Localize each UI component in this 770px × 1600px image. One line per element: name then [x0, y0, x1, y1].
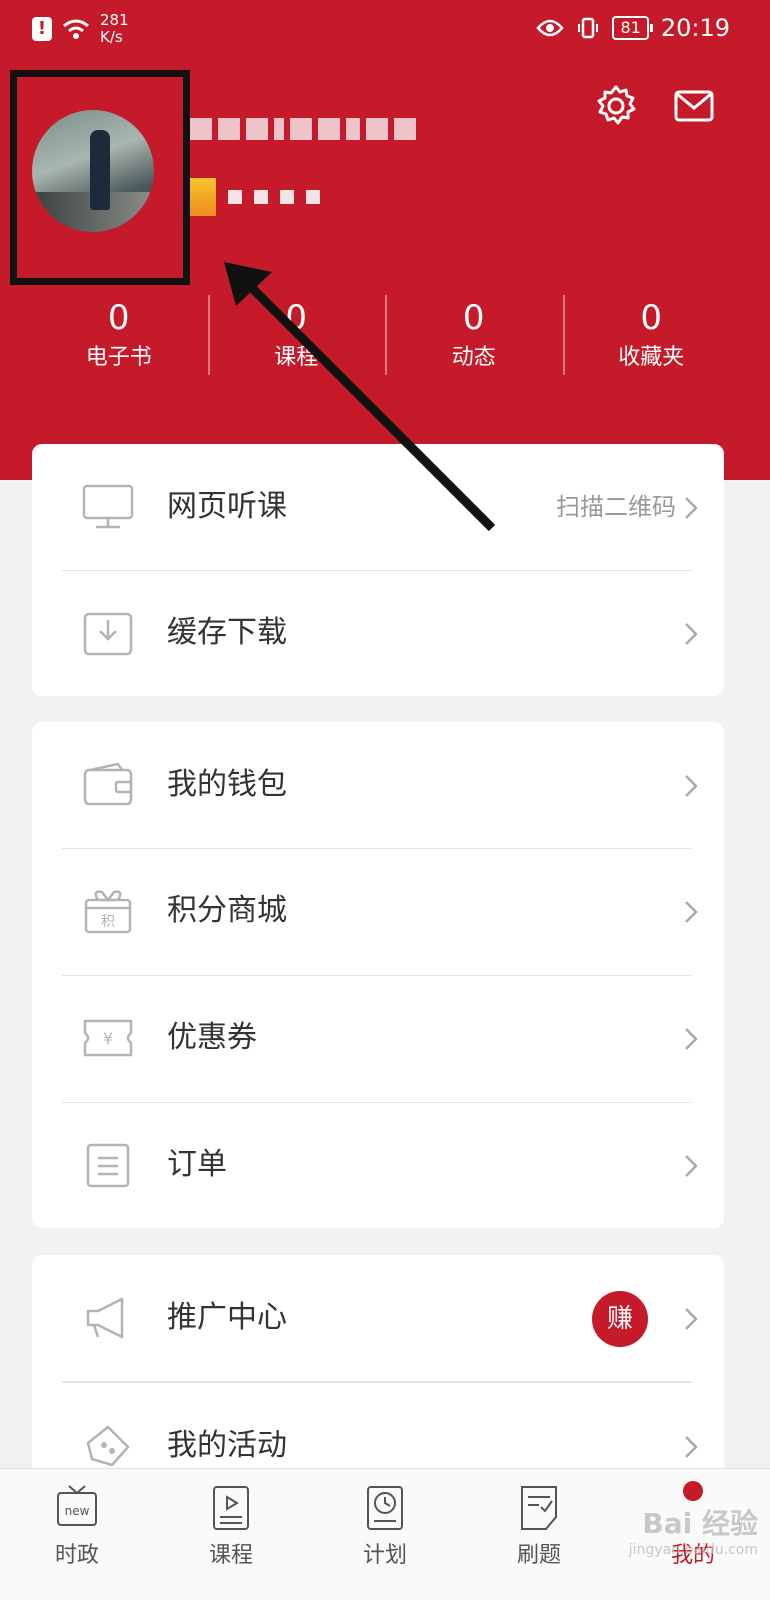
stat-value: 0	[107, 298, 130, 338]
clock-icon	[367, 1486, 403, 1530]
network-speed: 281 K/s	[100, 12, 129, 46]
tv-new-icon-text: new	[65, 1504, 90, 1518]
menu-item-orders[interactable]: 订单	[32, 1102, 724, 1228]
megaphone-icon	[86, 1297, 124, 1339]
vibrate-icon	[578, 17, 599, 39]
stat-ebook[interactable]: 0 电子书	[30, 295, 208, 385]
stat-value: 0	[640, 298, 663, 338]
stat-value: 0	[462, 298, 485, 338]
menu-item-label: 我的钱包	[167, 767, 287, 802]
menu-item-label: 缓存下载	[167, 615, 287, 650]
gift-icon: 积	[84, 890, 132, 934]
stat-activity[interactable]: 0 动态	[385, 295, 563, 385]
stat-value: 0	[285, 298, 308, 338]
activity-icon	[86, 1425, 130, 1467]
menu-item-web-listen[interactable]: 网页听课 扫描二维码	[32, 444, 724, 570]
menu-item-promotion-center[interactable]: 推广中心 赚	[32, 1255, 724, 1381]
nav-label: 课程	[208, 1543, 253, 1568]
status-bar: ! 281 K/s 81 20:19	[0, 0, 770, 62]
alert-icon: !	[32, 17, 52, 41]
menu-card-learning: 网页听课 扫描二维码 缓存下载	[32, 444, 724, 696]
me-icon	[683, 1481, 703, 1501]
clock-time: 20:19	[660, 14, 730, 42]
watermark-url: jingyan.baidu.com	[628, 1542, 758, 1558]
mail-icon[interactable]	[672, 84, 716, 128]
monitor-icon	[82, 484, 134, 529]
course-icon	[213, 1486, 249, 1530]
chevron-right-icon	[685, 1028, 698, 1050]
order-icon	[86, 1143, 130, 1188]
watermark-logo: Bai 经验	[642, 1507, 758, 1540]
stat-label: 动态	[451, 345, 496, 370]
scan-qr-hint: 扫描二维码	[556, 493, 676, 521]
nav-tab-exercise[interactable]: 刷题	[462, 1469, 616, 1600]
settings-gear-icon[interactable]	[594, 84, 638, 128]
menu-item-label: 积分商城	[167, 893, 287, 928]
nav-label: 刷题	[516, 1543, 561, 1568]
nav-label: 计划	[362, 1543, 407, 1568]
stat-label: 电子书	[85, 345, 152, 370]
speed-value: 281	[100, 11, 129, 29]
chevron-right-icon	[685, 1155, 698, 1177]
download-icon	[83, 612, 133, 656]
eye-icon	[536, 19, 565, 37]
username-blurred	[190, 118, 416, 140]
stat-favorites[interactable]: 0 收藏夹	[562, 295, 741, 385]
earn-badge: 赚	[592, 1291, 648, 1347]
battery-indicator: 81	[612, 16, 654, 40]
nav-label: 时政	[54, 1543, 99, 1568]
menu-item-label: 推广中心	[167, 1300, 287, 1335]
menu-card-account: 我的钱包 积 积分商城 ¥ 优惠券 订单	[32, 722, 724, 1228]
coupon-icon: ¥	[83, 1019, 133, 1057]
nav-tab-course[interactable]: 课程	[154, 1469, 308, 1600]
menu-item-label: 网页听课	[167, 489, 287, 524]
stat-label: 课程	[274, 345, 319, 370]
menu-item-label: 优惠券	[167, 1020, 257, 1055]
chevron-right-icon	[685, 623, 698, 645]
profile-header: ! 281 K/s 81 20:19 0 电子书 0 课程 0 动态 0 收藏夹	[0, 0, 770, 480]
nav-tab-plan[interactable]: 计划	[308, 1469, 462, 1600]
menu-item-wallet[interactable]: 我的钱包	[32, 722, 724, 848]
gift-icon-text: 积	[101, 914, 115, 930]
chevron-right-icon	[685, 1436, 698, 1458]
stats-bar: 0 电子书 0 课程 0 动态 0 收藏夹	[30, 295, 740, 385]
stat-label: 收藏夹	[618, 345, 685, 370]
chevron-right-icon	[685, 775, 698, 797]
chevron-right-icon	[685, 901, 698, 923]
level-badge-icon	[190, 178, 216, 216]
user-level-blurred	[190, 178, 320, 216]
menu-item-points-mall[interactable]: 积 积分商城	[32, 848, 724, 974]
wifi-icon	[63, 19, 89, 39]
stat-course[interactable]: 0 课程	[207, 295, 386, 385]
wallet-icon	[83, 762, 133, 806]
annotation-highlight-box	[10, 70, 190, 285]
chevron-right-icon	[685, 497, 698, 519]
menu-item-coupons[interactable]: ¥ 优惠券	[32, 975, 724, 1101]
coupon-icon-text: ¥	[103, 1029, 113, 1048]
menu-item-cache-download[interactable]: 缓存下载	[32, 570, 724, 696]
tv-new-icon: new	[57, 1485, 97, 1526]
exercise-icon	[521, 1486, 557, 1530]
chevron-right-icon	[685, 1308, 698, 1330]
menu-item-label: 订单	[167, 1147, 227, 1182]
nav-tab-news[interactable]: new 时政	[0, 1469, 154, 1600]
speed-unit: K/s	[100, 28, 123, 46]
